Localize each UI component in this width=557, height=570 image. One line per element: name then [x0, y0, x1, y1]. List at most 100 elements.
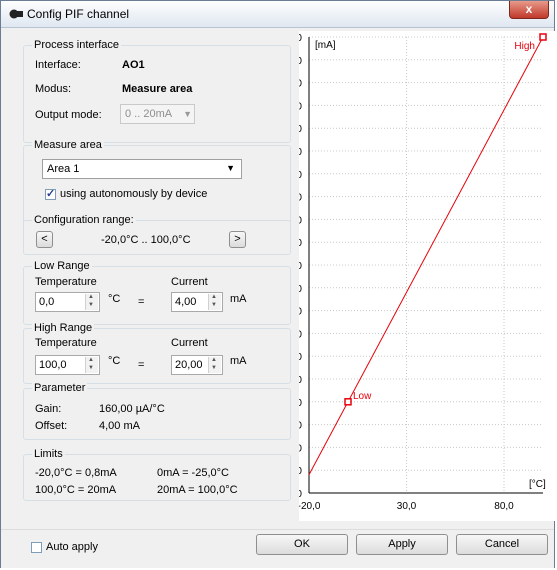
marker-label-low: Low [353, 391, 372, 402]
modus-label: Modus: [35, 83, 72, 95]
output-mode-label: Output mode: [35, 109, 102, 121]
close-icon: x [525, 2, 533, 16]
limit-row2-right: 20mA = 100,0°C [157, 484, 238, 496]
output-mode-select[interactable]: 0 .. 20mA ▼ [120, 104, 195, 124]
range-prev-button[interactable]: < [36, 231, 53, 248]
offset-value: 4,00 mA [99, 420, 140, 432]
y-tick-label: 15,0 [299, 147, 302, 158]
chevron-down-icon: ▼ [183, 109, 192, 119]
low-current-unit: mA [230, 293, 247, 305]
x-axis-unit: [°C] [529, 479, 546, 490]
configuration-range-value: -20,0°C .. 100,0°C [101, 234, 191, 246]
limits-title: Limits [32, 448, 65, 460]
interface-label: Interface: [35, 59, 81, 71]
ok-button[interactable]: OK [256, 534, 348, 555]
y-tick-label: 4,0 [299, 398, 302, 409]
high-current-input[interactable]: 20,00 ▲ ▼ [171, 355, 223, 375]
y-tick-label: 12,0 [299, 215, 302, 226]
measure-area-select[interactable]: Area 1 ▼ [42, 159, 242, 179]
measure-area-title: Measure area [32, 139, 104, 151]
gain-label: Gain: [35, 403, 62, 415]
calibration-line [308, 36, 544, 475]
high-range-title: High Range [32, 322, 95, 334]
window-title: Config PIF channel [27, 7, 130, 21]
close-button[interactable]: x [509, 1, 549, 19]
high-equals: = [138, 359, 145, 371]
spinner-arrows-icon[interactable]: ▲ ▼ [208, 294, 221, 310]
cancel-button[interactable]: Cancel [456, 534, 548, 555]
y-tick-label: 8,0 [299, 307, 302, 318]
low-temperature-label: Temperature [35, 276, 97, 288]
y-tick-label: 2,0 [299, 443, 302, 454]
auto-apply-checkbox[interactable] [31, 542, 42, 553]
app-icon [9, 9, 23, 19]
y-tick-label: 10,0 [299, 261, 302, 272]
low-temperature-unit: °C [108, 293, 121, 305]
high-temperature-unit: °C [108, 355, 121, 367]
calibration-chart: 0,0 1,0 2,0 3,0 4,0 5,0 6,0 7,0 8,0 9,0 10,0 11,0 12… [283, 31, 556, 521]
parameter-group: Parameter Gain: 160,00 µA/°C Offset: 4,0… [23, 382, 291, 440]
y-axis-unit: [mA] [315, 40, 336, 51]
spinner-arrows-icon[interactable]: ▲ ▼ [85, 357, 98, 373]
interface-value: AO1 [122, 59, 145, 71]
y-tick-label: 16,0 [299, 124, 302, 135]
marker-high [539, 33, 547, 41]
low-current-label: Current [171, 276, 208, 288]
configuration-range-group: Configuration range: < -20,0°C .. 100,0°… [23, 214, 291, 255]
process-interface-group: Process interface Interface: AO1 Modus: … [23, 39, 291, 143]
calibration-chart-svg: 0,0 1,0 2,0 3,0 4,0 5,0 6,0 7,0 8,0 9,0 10,0 11,0 12… [283, 33, 547, 512]
y-tick-label: 20,0 [299, 33, 302, 44]
marker-low [344, 398, 352, 406]
chevron-down-icon: ▼ [226, 163, 235, 173]
y-tick-label: 14,0 [299, 170, 302, 181]
marker-label-high: High [514, 41, 535, 52]
limit-row1-left: -20,0°C = 0,8mA [35, 467, 117, 479]
low-temperature-input[interactable]: 0,0 ▲ ▼ [35, 292, 100, 312]
y-tick-label: 7,0 [299, 329, 302, 340]
apply-button[interactable]: Apply [356, 534, 448, 555]
y-tick-label: 6,0 [299, 352, 302, 363]
chevron-right-icon: > [234, 233, 241, 245]
y-tick-label: 18,0 [299, 79, 302, 90]
y-tick-label: 3,0 [299, 421, 302, 432]
autonomous-label: using autonomously by device [60, 188, 208, 200]
high-temperature-label: Temperature [35, 337, 97, 349]
y-tick-label: 13,0 [299, 193, 302, 204]
limit-row1-right: 0mA = -25,0°C [157, 467, 229, 479]
low-range-group: Low Range Temperature Current 0,0 ▲ ▼ °C … [23, 260, 291, 325]
config-pif-window: Config PIF channel x Process interface I… [0, 0, 556, 568]
title-bar: Config PIF channel x [1, 1, 554, 28]
configuration-range-title: Configuration range: [32, 214, 136, 226]
limits-group: Limits -20,0°C = 0,8mA 0mA = -25,0°C 100… [23, 448, 291, 501]
y-tick-label: 1,0 [299, 466, 302, 477]
high-current-label: Current [171, 337, 208, 349]
y-tick-label: 19,0 [299, 56, 302, 67]
dialog-footer: Auto apply OK Apply Cancel [1, 529, 554, 568]
gain-value: 160,00 µA/°C [99, 403, 165, 415]
low-equals: = [138, 296, 145, 308]
spinner-arrows-icon[interactable]: ▲ ▼ [208, 357, 221, 373]
process-interface-title: Process interface [32, 39, 121, 51]
high-temperature-input[interactable]: 100,0 ▲ ▼ [35, 355, 100, 375]
autonomous-checkbox[interactable] [45, 187, 56, 200]
parameter-title: Parameter [32, 382, 88, 394]
x-tick-label: -20,0 [299, 501, 321, 512]
low-current-input[interactable]: 4,00 ▲ ▼ [171, 292, 223, 312]
chevron-left-icon: < [41, 233, 48, 245]
x-tick-label: 30,0 [397, 501, 417, 512]
y-tick-label: 5,0 [299, 375, 302, 386]
range-next-button[interactable]: > [229, 231, 246, 248]
limit-row2-left: 100,0°C = 20mA [35, 484, 117, 496]
spinner-arrows-icon[interactable]: ▲ ▼ [85, 294, 98, 310]
low-range-title: Low Range [32, 260, 92, 272]
offset-label: Offset: [35, 420, 68, 432]
high-range-group: High Range Temperature Current 100,0 ▲ ▼ … [23, 322, 291, 384]
y-tick-label: 11,0 [299, 238, 302, 249]
y-tick-label: 0,0 [299, 489, 302, 500]
y-tick-label: 17,0 [299, 101, 302, 112]
x-tick-label: 80,0 [494, 501, 514, 512]
y-tick-label: 9,0 [299, 284, 302, 295]
auto-apply-label: Auto apply [46, 541, 98, 553]
high-current-unit: mA [230, 355, 247, 367]
modus-value: Measure area [122, 83, 193, 95]
